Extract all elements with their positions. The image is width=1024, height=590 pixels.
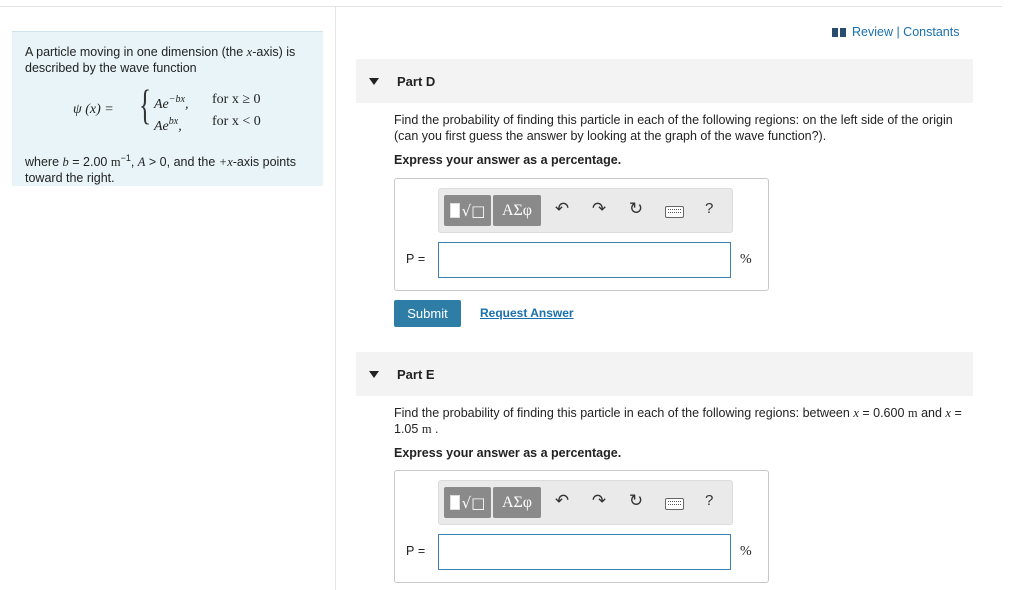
reset-icon[interactable]: ↻ bbox=[626, 199, 646, 219]
part-d-answer-input[interactable] bbox=[438, 242, 731, 278]
part-e-answer-box: √□ ΑΣφ ↶ ↷ ↻ ? P = % bbox=[394, 470, 769, 583]
collapse-caret-icon[interactable] bbox=[369, 370, 379, 378]
part-e-answer-input[interactable] bbox=[438, 534, 731, 570]
undo-icon[interactable]: ↶ bbox=[552, 199, 572, 219]
part-d-question: Find the probability of finding this par… bbox=[394, 113, 953, 143]
help-button[interactable]: ? bbox=[705, 200, 713, 217]
unit-label: % bbox=[740, 544, 752, 559]
problem-intro: A particle moving in one dimension (the … bbox=[25, 45, 296, 75]
reset-icon[interactable]: ↻ bbox=[626, 491, 646, 511]
problem-statement: A particle moving in one dimension (the … bbox=[12, 31, 323, 186]
equation-case-1: Ae−bx, bbox=[154, 94, 189, 112]
undo-icon[interactable]: ↶ bbox=[552, 491, 572, 511]
column-divider bbox=[335, 6, 336, 590]
template-sqrt-icon[interactable]: √□ bbox=[444, 487, 491, 518]
unit-label: % bbox=[740, 252, 752, 267]
wave-function-equation: ψ (x) = { Ae−bx, for x ≥ 0 Aebx, for x <… bbox=[25, 83, 310, 146]
redo-icon[interactable]: ↷ bbox=[589, 199, 609, 219]
equation-condition-2: for x < 0 bbox=[212, 114, 261, 129]
submit-button[interactable]: Submit bbox=[394, 300, 461, 327]
book-icon bbox=[832, 27, 846, 37]
answer-variable-label: P = bbox=[406, 252, 426, 266]
help-button[interactable]: ? bbox=[705, 492, 713, 509]
equation-condition-1: for x ≥ 0 bbox=[212, 92, 261, 107]
part-d-title: Part D bbox=[397, 73, 436, 89]
keyboard-icon[interactable] bbox=[665, 498, 684, 510]
equation-brace: { bbox=[139, 83, 152, 129]
collapse-caret-icon[interactable] bbox=[369, 77, 379, 85]
problem-where: where b = 2.00 m−1, A > 0, and the +x-ax… bbox=[25, 153, 296, 186]
top-divider bbox=[0, 6, 1002, 7]
review-constants-link[interactable]: Review | Constants bbox=[832, 25, 959, 39]
math-toolbar: √□ ΑΣφ ↶ ↷ ↻ ? bbox=[438, 480, 733, 525]
part-d-instruction: Express your answer as a percentage. bbox=[394, 153, 622, 167]
symbols-button[interactable]: ΑΣφ bbox=[493, 487, 541, 518]
template-sqrt-icon[interactable]: √□ bbox=[444, 195, 491, 226]
answer-variable-label: P = bbox=[406, 544, 426, 558]
part-e-header[interactable]: Part E bbox=[356, 352, 973, 396]
part-d-answer-box: √□ ΑΣφ ↶ ↷ ↻ ? P = % bbox=[394, 178, 769, 291]
part-e-question: Find the probability of finding this par… bbox=[394, 406, 962, 436]
math-toolbar: √□ ΑΣφ ↶ ↷ ↻ ? bbox=[438, 188, 733, 233]
part-e-instruction: Express your answer as a percentage. bbox=[394, 446, 622, 460]
redo-icon[interactable]: ↷ bbox=[589, 491, 609, 511]
symbols-button[interactable]: ΑΣφ bbox=[493, 195, 541, 226]
request-answer-link[interactable]: Request Answer bbox=[480, 306, 574, 320]
review-constants-label: Review | Constants bbox=[852, 25, 960, 39]
equation-lhs: ψ (x) = bbox=[73, 102, 114, 117]
part-d-header[interactable]: Part D bbox=[356, 59, 973, 103]
part-e-title: Part E bbox=[397, 366, 435, 382]
equation-case-2: Aebx, bbox=[154, 116, 182, 134]
keyboard-icon[interactable] bbox=[665, 206, 684, 218]
